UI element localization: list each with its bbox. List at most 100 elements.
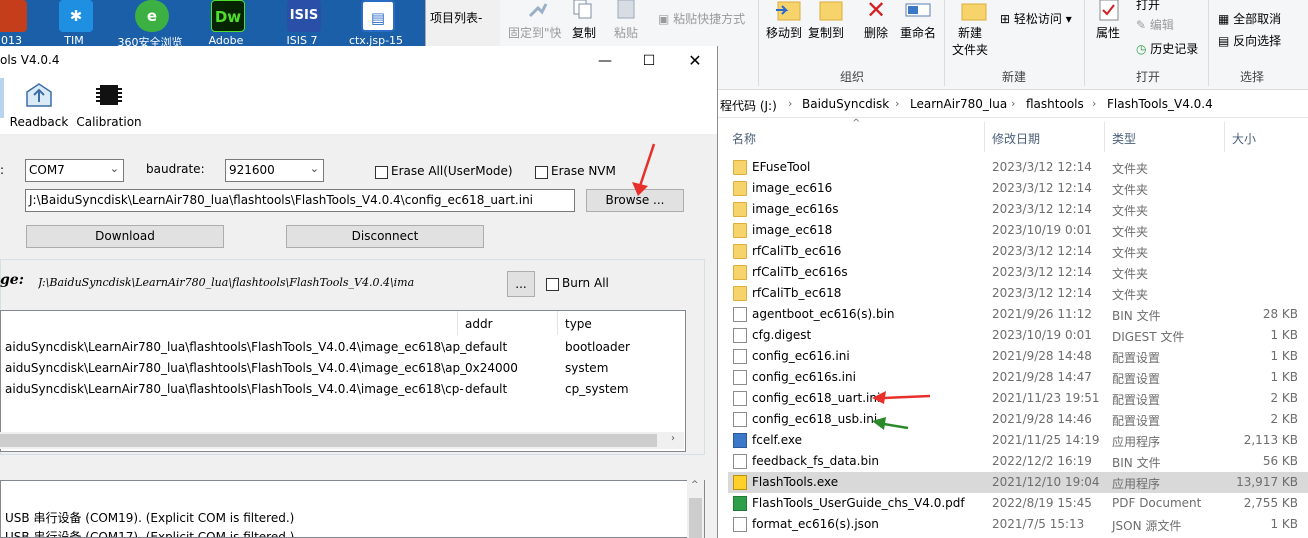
image-row[interactable]: aiduSyncdisk\LearnAir780_lua\flashtools\…: [1, 358, 685, 379]
minimize-button[interactable]: —: [582, 46, 628, 76]
file-row[interactable]: feedback_fs_data.bin 2022/12/2 16:19 BIN 文…: [728, 451, 1308, 472]
scroll-up-icon[interactable]: ^: [691, 480, 699, 490]
new-folder-icon: [961, 3, 987, 21]
file-row[interactable]: format_ec616(s).json 2021/7/5 15:13 JSON 源…: [728, 514, 1308, 535]
desktop-icon-tim[interactable]: ✱ TIM: [44, 0, 104, 46]
title-bar[interactable]: ols V4.0.4 — ☐ ✕: [0, 46, 717, 76]
desktop-icon-ctx[interactable]: ▤ ctx.jsp-15: [346, 0, 406, 46]
disconnect-button[interactable]: Disconnect: [286, 225, 484, 248]
port-select[interactable]: COM7 ⌄: [25, 159, 124, 182]
file-row[interactable]: config_ec618_uart.ini 2021/11/23 19:51 配置设…: [728, 388, 1308, 409]
history-button[interactable]: ◷ 历史记录: [1136, 40, 1198, 57]
image-column-type[interactable]: type: [565, 317, 592, 331]
file-row[interactable]: image_ec616 2023/3/12 12:14 文件夹: [728, 178, 1308, 199]
invert-selection-button[interactable]: ▤ 反向选择: [1218, 32, 1281, 49]
paste-button[interactable]: 粘贴: [614, 24, 638, 41]
file-type: 应用程序: [1112, 435, 1161, 449]
maximize-button[interactable]: ☐: [626, 46, 672, 76]
baudrate-select[interactable]: 921600 ⌄: [225, 159, 324, 182]
file-row[interactable]: cfg.digest 2023/10/19 0:01 DIGEST 文件 1 KB: [728, 325, 1308, 346]
column-date[interactable]: 修改日期: [992, 130, 1040, 147]
file-size: 1 KB: [1270, 328, 1298, 342]
desktop-icon-isis[interactable]: ISIS ISIS 7: [272, 0, 332, 46]
readback-button[interactable]: Readback: [6, 78, 72, 132]
close-button[interactable]: ✕: [672, 46, 717, 76]
copy-button[interactable]: 复制: [572, 24, 596, 41]
file-name: cfg.digest: [752, 328, 812, 342]
erase-all-checkbox[interactable]: [375, 166, 388, 179]
scroll-right-icon[interactable]: ›: [671, 433, 675, 444]
address-bar[interactable]: 程代码 (J:) › BaiduSyncdisk › LearnAir780_l…: [718, 90, 1308, 118]
column-type[interactable]: 类型: [1112, 130, 1136, 147]
desktop-icon-adobe[interactable]: Dw Adobe: [196, 0, 256, 46]
file-row[interactable]: agentboot_ec616(s).bin 2021/9/26 11:12 BIN…: [728, 304, 1308, 325]
easy-access-button[interactable]: ⊞ 轻松访问 ▾: [1000, 10, 1072, 27]
delete-button[interactable]: 删除: [864, 24, 888, 41]
select-none-button[interactable]: ▦ 全部取消: [1218, 10, 1281, 27]
column-separator: [984, 122, 985, 152]
desktop-icon-360[interactable]: e 360安全浏览: [118, 0, 183, 46]
breadcrumb-flashtools-v404[interactable]: FlashTools_V4.0.4: [1107, 97, 1213, 111]
image-browse-button[interactable]: ...: [507, 271, 535, 297]
config-path-input[interactable]: J:\BaiduSyncdisk\LearnAir780_lua\flashto…: [25, 189, 575, 212]
download-button[interactable]: Download: [26, 225, 224, 248]
scrollbar-thumb[interactable]: [0, 434, 657, 447]
file-row[interactable]: image_ec616s 2023/3/12 12:14 文件夹: [728, 199, 1308, 220]
paste-shortcut-button[interactable]: ▣ 粘贴快捷方式: [658, 10, 745, 27]
file-row[interactable]: config_ec616s.ini 2021/9/28 14:47 配置设置 1 KB: [728, 367, 1308, 388]
isis-icon: ISIS: [287, 0, 321, 32]
file-type: 文件夹: [1112, 183, 1149, 197]
ribbon-separator: [1208, 0, 1209, 86]
file-date: 2023/3/12 12:14: [992, 265, 1092, 279]
file-name: EFuseTool: [752, 160, 811, 174]
chevron-right-icon: ›: [1092, 97, 1097, 110]
scrollbar-thumb[interactable]: [689, 498, 702, 538]
file-row[interactable]: fcelf.exe 2021/11/25 14:19 应用程序 2,113 KB: [728, 430, 1308, 451]
breadcrumb-flashtools[interactable]: flashtools: [1026, 97, 1084, 111]
exe-icon: [733, 433, 747, 448]
breadcrumb-learnair780[interactable]: LearnAir780_lua: [910, 97, 1007, 111]
image-row[interactable]: aiduSyncdisk\LearnAir780_lua\flashtools\…: [1, 337, 685, 358]
file-row[interactable]: rfCaliTb_ec616s 2023/3/12 12:14 文件夹: [728, 262, 1308, 283]
file-row[interactable]: EFuseTool 2023/3/12 12:14 文件夹: [728, 157, 1308, 178]
erase-nvm-checkbox[interactable]: [535, 166, 548, 179]
file-name: feedback_fs_data.bin: [752, 454, 880, 468]
image-row[interactable]: aiduSyncdisk\LearnAir780_lua\flashtools\…: [1, 379, 685, 400]
log-output[interactable]: USB 串行设备 (COM19). (Explicit COM is filte…: [0, 480, 705, 538]
open-button[interactable]: 打开: [1136, 0, 1160, 13]
file-row[interactable]: rfCaliTb_ec618 2023/3/12 12:14 文件夹: [728, 283, 1308, 304]
column-name[interactable]: 名称: [732, 130, 756, 147]
properties-button[interactable]: 属性: [1096, 24, 1120, 41]
edit-button[interactable]: ✎ 编辑: [1136, 16, 1174, 33]
column-size[interactable]: 大小: [1232, 130, 1256, 147]
desktop-icon-office[interactable]: 2013: [0, 0, 38, 46]
rename-button[interactable]: 重命名: [900, 24, 936, 41]
file-row[interactable]: config_ec618_usb.ini 2021/9/28 14:46 配置设置 2…: [728, 409, 1308, 430]
project-list-window[interactable]: 项目列表-: [425, 0, 500, 46]
file-row[interactable]: config_ec616.ini 2021/9/28 14:48 配置设置 1 KB: [728, 346, 1308, 367]
file-row[interactable]: image_ec618 2023/10/19 0:01 文件夹: [728, 220, 1308, 241]
horizontal-scrollbar[interactable]: ›: [0, 432, 684, 449]
project-list-title: 项目列表-: [430, 11, 483, 25]
file-row[interactable]: FlashTools.exe 2021/12/10 19:04 应用程序 13,917…: [728, 472, 1308, 493]
file-row[interactable]: rfCaliTb_ec616 2023/3/12 12:14 文件夹: [728, 241, 1308, 262]
burn-all-checkbox[interactable]: [546, 278, 559, 291]
file-size: 2 KB: [1270, 412, 1298, 426]
breadcrumb-drive[interactable]: 程代码 (J:): [720, 97, 777, 114]
vertical-scrollbar[interactable]: ^: [687, 480, 704, 538]
desktop-icon-label: TIM: [64, 34, 84, 46]
folder-icon: [733, 160, 747, 175]
ribbon-separator: [944, 0, 945, 86]
image-list[interactable]: addr type aiduSyncdisk\LearnAir780_lua\f…: [0, 310, 686, 452]
invert-selection-label: 反向选择: [1233, 34, 1282, 48]
copy-to-button[interactable]: 复制到: [808, 24, 844, 41]
file-row[interactable]: FlashTools_UserGuide_chs_V4.0.pdf 2022/8/…: [728, 493, 1308, 514]
pin-quick-access-button[interactable]: 固定到"快: [508, 24, 562, 41]
new-folder-button[interactable]: 新建: [958, 24, 982, 41]
move-to-button[interactable]: 移动到: [766, 24, 802, 41]
breadcrumb-baidusyncdisk[interactable]: BaiduSyncdisk: [802, 97, 889, 111]
calibration-button[interactable]: Calibration: [76, 78, 142, 132]
file-name: agentboot_ec616(s).bin: [752, 307, 895, 321]
folder-icon: [733, 223, 747, 238]
image-column-addr[interactable]: addr: [465, 317, 493, 331]
